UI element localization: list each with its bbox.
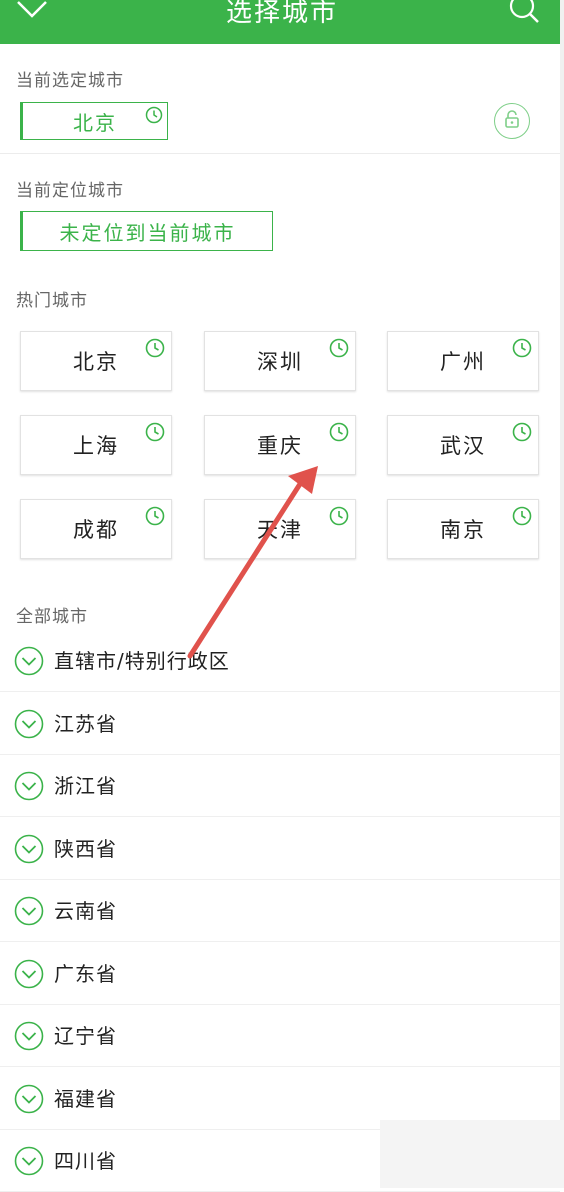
hot-city-name: 天津 bbox=[257, 518, 303, 542]
hot-city-button[interactable]: 上海 bbox=[20, 415, 172, 475]
hot-city-button[interactable]: 北京 bbox=[20, 331, 172, 391]
hot-city-name: 武汉 bbox=[440, 434, 486, 458]
hot-city-button[interactable]: 重庆 bbox=[204, 415, 356, 475]
unlock-button[interactable] bbox=[494, 103, 530, 139]
hot-city-name: 广州 bbox=[440, 350, 486, 374]
province-name: 四川省 bbox=[54, 1149, 117, 1173]
hot-city-name: 上海 bbox=[73, 434, 119, 458]
expand-chevron-icon bbox=[14, 771, 44, 805]
located-city-chip[interactable]: 未定位到当前城市 bbox=[20, 211, 273, 251]
province-row[interactable]: 陕西省 bbox=[0, 818, 560, 880]
expand-chevron-icon bbox=[14, 896, 44, 930]
expand-chevron-icon bbox=[14, 959, 44, 993]
province-name: 福建省 bbox=[54, 1086, 117, 1111]
clock-icon bbox=[145, 422, 165, 447]
expand-chevron-icon bbox=[14, 709, 44, 743]
hot-city-button[interactable]: 天津 bbox=[204, 499, 356, 559]
clock-icon bbox=[145, 338, 165, 363]
province-name: 广东省 bbox=[54, 961, 117, 986]
located-city-label: 当前定位城市 bbox=[16, 181, 124, 201]
page-edge bbox=[560, 0, 564, 1188]
province-name: 辽宁省 bbox=[54, 1024, 117, 1048]
clock-icon bbox=[512, 338, 532, 363]
clock-icon bbox=[329, 338, 349, 363]
hot-cities-label: 热门城市 bbox=[16, 291, 88, 311]
located-city-status: 未定位到当前城市 bbox=[59, 220, 236, 245]
hot-city-button[interactable]: 广州 bbox=[387, 331, 539, 391]
top-bar: 选择城市 bbox=[0, 0, 564, 44]
expand-chevron-icon bbox=[14, 1084, 44, 1118]
clock-icon bbox=[145, 105, 163, 129]
expand-chevron-icon bbox=[14, 1146, 44, 1180]
hot-city-button[interactable]: 南京 bbox=[387, 499, 539, 559]
corner-overlay bbox=[380, 1120, 564, 1188]
all-cities-label: 全部城市 bbox=[16, 607, 88, 627]
province-name: 江苏省 bbox=[54, 711, 117, 736]
province-name: 直辖市/特别行政区 bbox=[54, 649, 230, 673]
divider bbox=[0, 153, 560, 154]
province-name: 陕西省 bbox=[54, 836, 117, 861]
province-row[interactable]: 辽宁省 bbox=[0, 1005, 560, 1067]
clock-icon bbox=[512, 506, 532, 531]
selected-city-label: 当前选定城市 bbox=[16, 71, 124, 91]
province-row[interactable]: 云南省 bbox=[0, 880, 560, 942]
search-icon[interactable] bbox=[508, 0, 542, 28]
province-row[interactable]: 直辖市/特别行政区 bbox=[0, 630, 560, 692]
province-name: 浙江省 bbox=[54, 774, 117, 798]
hot-city-button[interactable]: 成都 bbox=[20, 499, 172, 559]
hot-city-name: 成都 bbox=[73, 518, 119, 542]
expand-chevron-icon bbox=[14, 834, 44, 868]
selected-city-name: 北京 bbox=[73, 110, 117, 135]
province-row[interactable]: 江苏省 bbox=[0, 693, 560, 755]
selected-city-chip[interactable]: 北京 bbox=[20, 102, 168, 140]
clock-icon bbox=[145, 506, 165, 531]
lock-icon bbox=[503, 109, 521, 133]
hot-city-name: 南京 bbox=[440, 518, 486, 542]
hot-city-button[interactable]: 武汉 bbox=[387, 415, 539, 475]
province-row[interactable]: 广东省 bbox=[0, 943, 560, 1005]
expand-chevron-icon bbox=[14, 1021, 44, 1055]
clock-icon bbox=[512, 422, 532, 447]
hot-city-name: 北京 bbox=[73, 350, 119, 374]
hot-city-name: 深圳 bbox=[257, 350, 303, 374]
hot-city-button[interactable]: 深圳 bbox=[204, 331, 356, 391]
hot-city-name: 重庆 bbox=[257, 434, 303, 458]
page-title: 选择城市 bbox=[225, 0, 338, 28]
clock-icon bbox=[329, 506, 349, 531]
province-row[interactable]: 浙江省 bbox=[0, 755, 560, 817]
clock-icon bbox=[329, 422, 349, 447]
expand-chevron-icon bbox=[14, 646, 44, 680]
province-name: 云南省 bbox=[54, 899, 117, 923]
